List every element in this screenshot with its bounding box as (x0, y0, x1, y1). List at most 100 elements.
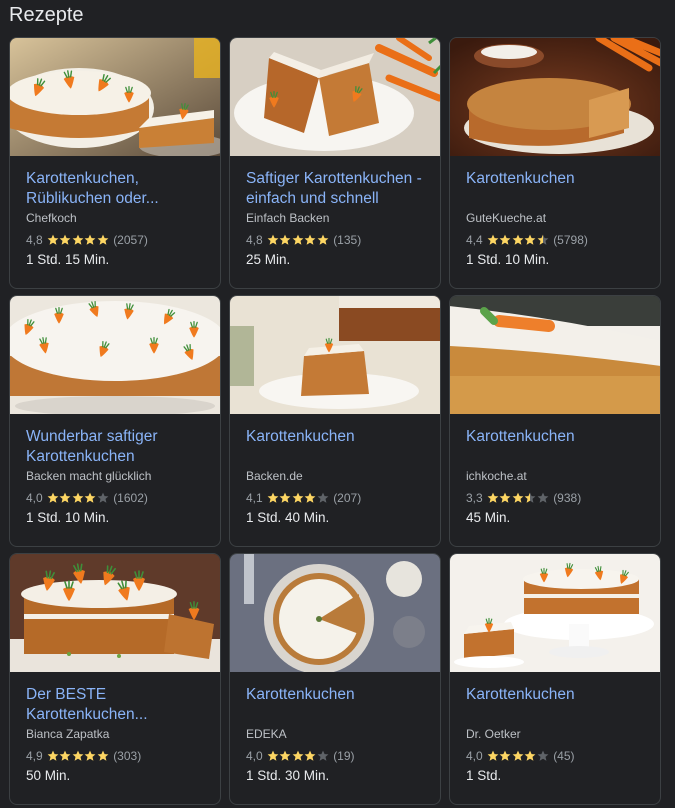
rating-value: 4,9 (26, 749, 43, 763)
rating-row: 4,0 (1602) (26, 490, 204, 506)
star-full-icon (304, 750, 316, 761)
cook-time: 1 Std. 10 Min. (26, 510, 110, 525)
recipe-title[interactable]: Karottenkuchen, Rüblikuchen oder... (26, 169, 204, 209)
star-full-icon (487, 492, 499, 503)
star-full-icon (487, 750, 499, 761)
recipe-card[interactable]: Karottenkuchen EDEKA 4,0 (19) 1 Std. 30 … (229, 553, 441, 805)
recipe-title[interactable]: Karottenkuchen (466, 427, 644, 467)
cake-photo (230, 554, 440, 672)
recipe-title[interactable]: Saftiger Karottenkuchen - einfach und sc… (246, 169, 424, 209)
recipe-title[interactable]: Karottenkuchen (246, 685, 424, 725)
star-full-icon (84, 492, 96, 503)
recipe-card[interactable]: Saftiger Karottenkuchen - einfach und sc… (229, 37, 441, 289)
cake-photo (450, 296, 660, 414)
star-full-icon (72, 234, 84, 245)
rating-value: 4,0 (466, 749, 483, 763)
carrot-cake-layered-image[interactable] (10, 554, 220, 672)
star-full-icon (499, 234, 511, 245)
star-full-icon (292, 492, 304, 503)
cook-time: 25 Min. (246, 252, 291, 267)
rating-row: 3,3 (938) (466, 490, 644, 506)
recipe-source: Dr. Oetker (466, 727, 521, 741)
star-rating (47, 492, 110, 504)
recipe-source: Chefkoch (26, 211, 77, 225)
carrot-cake-plate-image[interactable] (230, 38, 440, 156)
star-rating (47, 234, 110, 246)
star-rating (267, 234, 330, 246)
star-full-icon (524, 234, 536, 245)
star-full-icon (304, 234, 316, 245)
rating-row: 4,8 (135) (246, 232, 424, 248)
review-count: (938) (553, 491, 582, 505)
recipe-grid: Karottenkuchen, Rüblikuchen oder... Chef… (9, 37, 661, 805)
cook-time: 1 Std. 15 Min. (26, 252, 110, 267)
recipe-card[interactable]: Karottenkuchen, Rüblikuchen oder... Chef… (9, 37, 221, 289)
recipe-card[interactable]: Karottenkuchen Backen.de 4,1 (207) 1 Std… (229, 295, 441, 547)
recipe-source: Backen.de (246, 469, 303, 483)
star-full-icon (279, 234, 291, 245)
cook-time: 1 Std. 40 Min. (246, 510, 330, 525)
recipe-card[interactable]: Wunderbar saftiger Karottenkuchen Backen… (9, 295, 221, 547)
rating-row: 4,9 (303) (26, 748, 204, 764)
rating-value: 4,0 (26, 491, 43, 505)
star-full-icon (47, 492, 59, 503)
recipe-title[interactable]: Wunderbar saftiger Karottenkuchen (26, 427, 204, 467)
star-full-icon (524, 750, 536, 761)
star-full-icon (59, 492, 71, 503)
carrot-cake-piece-image[interactable] (230, 296, 440, 414)
carrot-cake-round-image[interactable] (450, 38, 660, 156)
recipe-card[interactable]: Karottenkuchen ichkoche.at 3,3 (938) 45 … (449, 295, 661, 547)
cook-time: 1 Std. 30 Min. (246, 768, 330, 783)
rating-value: 4,8 (26, 233, 43, 247)
cook-time: 1 Std. 10 Min. (466, 252, 550, 267)
recipe-card[interactable]: Der BESTE Karottenkuchen... Bianca Zapat… (9, 553, 221, 805)
rating-value: 4,1 (246, 491, 263, 505)
star-full-icon (304, 492, 316, 503)
star-empty-icon (317, 492, 329, 503)
star-empty-icon (537, 492, 549, 503)
rating-row: 4,0 (45) (466, 748, 644, 764)
rating-row: 4,1 (207) (246, 490, 424, 506)
recipe-title[interactable]: Karottenkuchen (466, 685, 644, 725)
star-rating (487, 750, 550, 762)
carrot-cake-topdown-image[interactable] (230, 554, 440, 672)
recipe-title[interactable]: Der BESTE Karottenkuchen... (26, 685, 204, 725)
recipe-card[interactable]: Karottenkuchen Dr. Oetker 4,0 (45) 1 Std… (449, 553, 661, 805)
carrot-cake-stand-image[interactable] (450, 554, 660, 672)
recipe-source: Bianca Zapatka (26, 727, 110, 741)
review-count: (1602) (113, 491, 148, 505)
cook-time: 45 Min. (466, 510, 511, 525)
rating-row: 4,8 (2057) (26, 232, 204, 248)
carrot-cake-frosted-image[interactable] (10, 296, 220, 414)
star-full-icon (499, 750, 511, 761)
star-full-icon (59, 750, 71, 761)
review-count: (45) (553, 749, 575, 763)
cook-time: 1 Std. (466, 768, 502, 783)
star-rating (267, 750, 330, 762)
recipe-title[interactable]: Karottenkuchen (246, 427, 424, 467)
star-full-icon (512, 234, 524, 245)
carrot-cake-slice-image[interactable] (10, 38, 220, 156)
cook-time: 50 Min. (26, 768, 71, 783)
review-count: (2057) (113, 233, 148, 247)
recipe-source: GuteKueche.at (466, 211, 547, 225)
star-full-icon (512, 750, 524, 761)
star-empty-icon (537, 750, 549, 761)
star-full-icon (97, 750, 109, 761)
carrot-cake-closeup-image[interactable] (450, 296, 660, 414)
recipe-source: ichkoche.at (466, 469, 527, 483)
star-full-icon (279, 750, 291, 761)
cake-photo (10, 296, 220, 414)
rating-value: 3,3 (466, 491, 483, 505)
rating-row: 4,0 (19) (246, 748, 424, 764)
cake-photo (10, 554, 220, 672)
rating-value: 4,4 (466, 233, 483, 247)
recipe-source: Backen macht glücklich (26, 469, 152, 483)
section-title: Rezepte (9, 4, 84, 26)
recipe-title[interactable]: Karottenkuchen (466, 169, 644, 209)
rating-row: 4,4 (5798) (466, 232, 644, 248)
recipe-card[interactable]: Karottenkuchen GuteKueche.at 4,4 (5798) … (449, 37, 661, 289)
star-full-icon (279, 492, 291, 503)
star-full-icon (267, 234, 279, 245)
cake-photo (230, 38, 440, 156)
